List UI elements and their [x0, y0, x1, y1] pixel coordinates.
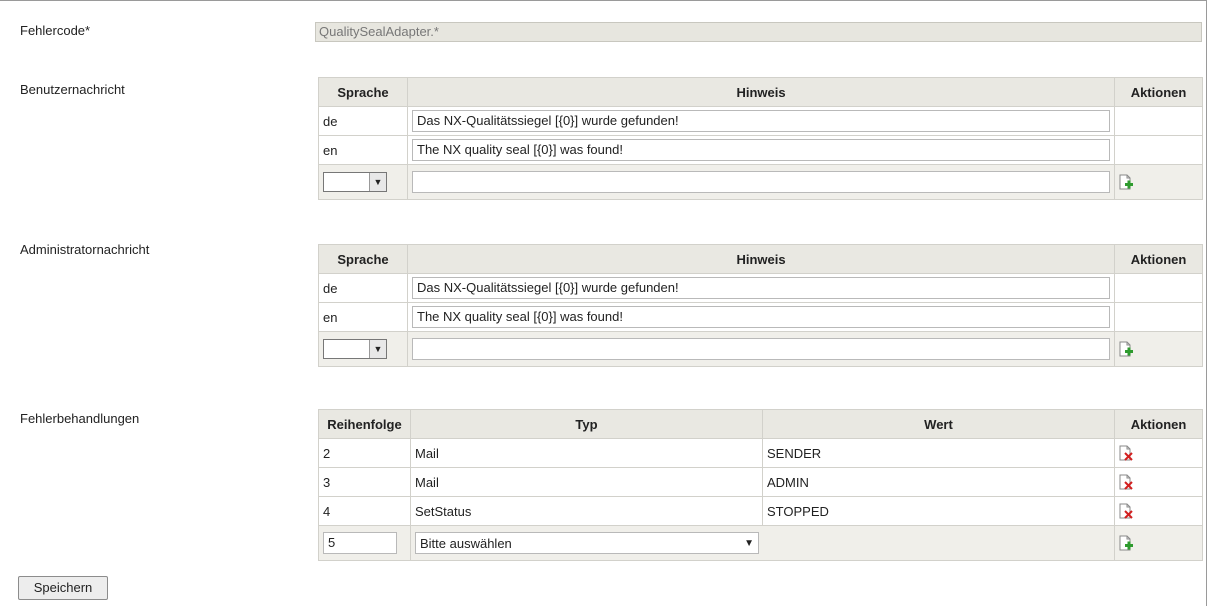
fehlerbehandlungen-label: Fehlerbehandlungen: [20, 411, 140, 426]
delete-document-icon[interactable]: [1119, 503, 1133, 519]
new-hint-input[interactable]: [412, 171, 1110, 193]
hint-input[interactable]: The NX quality seal [{0}] was found!: [412, 306, 1110, 328]
chevron-down-icon: ▼: [369, 340, 386, 358]
add-row: 5 Bitte auswählen ▼: [318, 525, 1203, 561]
table-row: de Das NX-Qualitätssiegel [{0}] wurde ge…: [318, 273, 1203, 303]
table-row: de Das NX-Qualitätssiegel [{0}] wurde ge…: [318, 106, 1203, 136]
type-select[interactable]: Bitte auswählen ▼: [415, 532, 759, 554]
type-cell: SetStatus: [410, 496, 763, 526]
language-select[interactable]: ▼: [323, 172, 387, 192]
chevron-down-icon: ▼: [744, 537, 754, 549]
table-row: 2 Mail SENDER: [318, 438, 1203, 468]
save-button[interactable]: Speichern: [18, 576, 108, 600]
chevron-down-icon: ▼: [369, 173, 386, 191]
delete-document-icon[interactable]: [1119, 474, 1133, 490]
column-header-reihenfolge: Reihenfolge: [318, 409, 411, 439]
lang-cell: en: [318, 135, 408, 165]
add-row: ▼: [318, 164, 1203, 200]
actions-cell: [1114, 135, 1203, 165]
order-cell: 4: [318, 496, 411, 526]
hint-input[interactable]: The NX quality seal [{0}] was found!: [412, 139, 1110, 161]
fehlercode-label: Fehlercode*: [20, 23, 91, 38]
column-header-aktionen: Aktionen: [1114, 77, 1203, 107]
column-header-aktionen: Aktionen: [1114, 409, 1203, 439]
administratornachricht-label: Administratornachricht: [20, 242, 150, 257]
value-cell: SENDER: [762, 438, 1115, 468]
new-hint-input[interactable]: [412, 338, 1110, 360]
actions-cell: [1114, 302, 1203, 332]
benutzernachricht-table: Sprache Hinweis Aktionen de Das NX-Quali…: [318, 77, 1203, 200]
add-document-icon[interactable]: [1119, 174, 1133, 190]
value-cell: STOPPED: [762, 496, 1115, 526]
lang-cell: en: [318, 302, 408, 332]
hint-input[interactable]: Das NX-Qualitätssiegel [{0}] wurde gefun…: [412, 277, 1110, 299]
benutzernachricht-label: Benutzernachricht: [20, 82, 125, 97]
lang-cell: de: [318, 273, 408, 303]
actions-cell: [1114, 273, 1203, 303]
type-cell: Mail: [410, 438, 763, 468]
order-cell: 3: [318, 467, 411, 497]
actions-cell: [1114, 106, 1203, 136]
add-document-icon[interactable]: [1119, 341, 1133, 357]
delete-document-icon[interactable]: [1119, 445, 1133, 461]
type-select-value: Bitte auswählen: [420, 535, 512, 551]
hint-input[interactable]: Das NX-Qualitätssiegel [{0}] wurde gefun…: [412, 110, 1110, 132]
column-header-sprache: Sprache: [318, 244, 408, 274]
column-header-aktionen: Aktionen: [1114, 244, 1203, 274]
add-document-icon[interactable]: [1119, 535, 1133, 551]
table-row: en The NX quality seal [{0}] was found!: [318, 135, 1203, 165]
table-row: 3 Mail ADMIN: [318, 467, 1203, 497]
column-header-wert: Wert: [762, 409, 1115, 439]
value-cell: ADMIN: [762, 467, 1115, 497]
fehlercode-field: QualitySealAdapter.*: [315, 22, 1202, 42]
language-select[interactable]: ▼: [323, 339, 387, 359]
order-cell: 2: [318, 438, 411, 468]
column-header-hinweis: Hinweis: [407, 77, 1115, 107]
administratornachricht-table: Sprache Hinweis Aktionen de Das NX-Quali…: [318, 244, 1203, 367]
table-row: en The NX quality seal [{0}] was found!: [318, 302, 1203, 332]
fehlerbehandlungen-table: Reihenfolge Typ Wert Aktionen 2 Mail SEN…: [318, 409, 1203, 561]
add-row: ▼: [318, 331, 1203, 367]
lang-cell: de: [318, 106, 408, 136]
column-header-typ: Typ: [410, 409, 763, 439]
new-order-input[interactable]: 5: [323, 532, 397, 554]
table-row: 4 SetStatus STOPPED: [318, 496, 1203, 526]
type-cell: Mail: [410, 467, 763, 497]
column-header-hinweis: Hinweis: [407, 244, 1115, 274]
column-header-sprache: Sprache: [318, 77, 408, 107]
